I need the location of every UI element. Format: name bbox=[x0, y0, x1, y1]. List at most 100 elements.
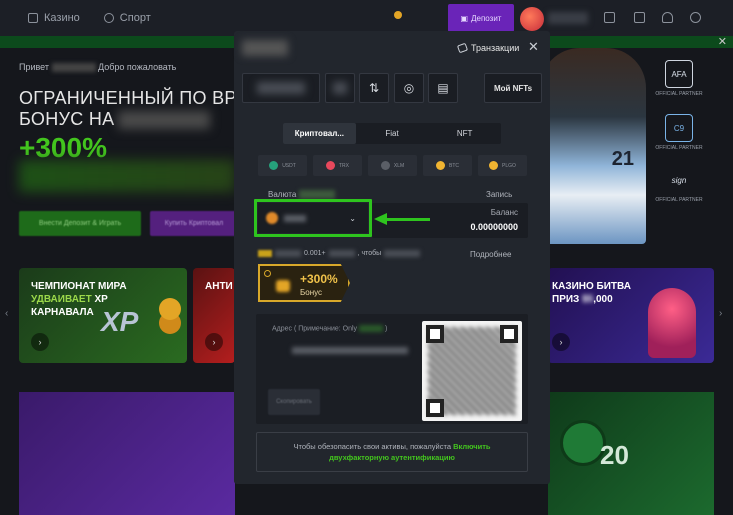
qr-code bbox=[422, 321, 522, 421]
hero-blurred-band bbox=[19, 160, 235, 192]
carousel-next-icon[interactable]: › bbox=[719, 308, 722, 319]
close-icon[interactable]: ✕ bbox=[528, 39, 539, 55]
hero-blurred-text bbox=[118, 111, 210, 129]
twofa-text: Чтобы обезопасить свои активы, пожалуйст… bbox=[293, 442, 452, 451]
bonus-coin-icon bbox=[276, 280, 290, 292]
xp-badge: XP bbox=[101, 306, 139, 337]
target-icon: ◎ bbox=[403, 81, 415, 95]
coin-chip-usdt[interactable]: USDT bbox=[258, 155, 307, 176]
annotation-highlight-box bbox=[254, 199, 372, 237]
deposit-button-label: Депозит bbox=[471, 13, 502, 23]
mail-icon[interactable] bbox=[634, 12, 645, 23]
wallet-coin-icon[interactable] bbox=[394, 11, 402, 19]
deposit-type-tab[interactable] bbox=[242, 73, 320, 103]
copy-button[interactable]: Скопировать bbox=[268, 389, 320, 415]
promo-prize-suffix: ,000 bbox=[593, 294, 613, 305]
player-number: 21 bbox=[611, 148, 634, 170]
greeting-suffix: Добро пожаловать bbox=[98, 62, 177, 72]
buy-button[interactable]: ◎ bbox=[394, 73, 424, 103]
menu-icon[interactable] bbox=[604, 12, 615, 23]
banner-bottom-left[interactable] bbox=[19, 392, 235, 515]
currency-type-tabs: Криптовал... Fiat NFT bbox=[283, 123, 501, 144]
swap-button[interactable]: ⇅ bbox=[359, 73, 389, 103]
arrow-right-icon[interactable]: › bbox=[552, 333, 570, 351]
annotation-arrow-shaft bbox=[386, 218, 430, 221]
bonus-option[interactable]: +300% Бонус bbox=[258, 264, 350, 302]
carousel-prev-icon[interactable]: ‹ bbox=[5, 308, 8, 319]
more-link[interactable]: Подробнее bbox=[470, 250, 512, 259]
twofa-enable-link[interactable]: Включить bbox=[453, 442, 490, 451]
hero-deposit-button[interactable]: Внести Депозит & Играть bbox=[19, 211, 141, 236]
record-label: Запись bbox=[486, 190, 513, 199]
tab-option-2[interactable] bbox=[325, 73, 355, 103]
twofa-link[interactable]: двухфакторную аутентификацию bbox=[329, 453, 455, 462]
deposit-currency-blurred bbox=[328, 250, 355, 257]
twofa-notice: Чтобы обезопасить свои активы, пожалуйст… bbox=[256, 432, 528, 472]
tab-fiat[interactable]: Fiat bbox=[356, 123, 429, 144]
swap-icon: ⇅ bbox=[368, 81, 380, 95]
modal-header: Транзакции ✕ bbox=[234, 31, 550, 65]
deposit-button[interactable]: ▣ Депозит bbox=[448, 4, 514, 32]
hero-title-line1: ОГРАНИЧЕННЫЙ ПО ВР bbox=[19, 88, 237, 108]
bell-icon[interactable] bbox=[662, 12, 673, 23]
character-image bbox=[648, 288, 696, 358]
address-value-blurred[interactable] bbox=[292, 347, 408, 354]
promo-line: КАЗИНО БИТВА bbox=[552, 281, 631, 292]
address-label-suffix: ) bbox=[384, 325, 388, 333]
avatar[interactable] bbox=[520, 7, 544, 31]
deposit-modal: Транзакции ✕ ⇅ ◎ ▤ Мой NFTs Криптовал...… bbox=[234, 31, 550, 484]
transactions-link[interactable]: Транзакции bbox=[456, 42, 519, 54]
arrow-right-icon[interactable]: › bbox=[205, 333, 223, 351]
bonus-radio[interactable] bbox=[264, 270, 271, 277]
coin-code: XLM bbox=[393, 162, 405, 169]
coin-code: USDT bbox=[282, 162, 296, 169]
jersey-number: 20 bbox=[600, 440, 629, 470]
deposit-min-info: 0.001+ , чтобы bbox=[258, 250, 421, 257]
qr-corner bbox=[500, 325, 518, 343]
username-blurred bbox=[548, 12, 588, 24]
cloud9-logo-icon: C9 bbox=[665, 114, 693, 142]
nav-casino-label: Казино bbox=[44, 12, 80, 24]
my-nfts-button[interactable]: Мой NFTs bbox=[484, 73, 542, 103]
promo-line: ПРИЗ $5,000 bbox=[552, 293, 631, 306]
sport-icon bbox=[103, 13, 114, 23]
nav-sport[interactable]: Спорт bbox=[103, 12, 151, 24]
promo-prize-blurred: $5 bbox=[582, 294, 594, 305]
plgo-icon bbox=[489, 161, 499, 170]
address-network-blurred bbox=[359, 325, 384, 332]
deposit-text-blurred-2 bbox=[384, 250, 421, 257]
promo-title: АНТИ bbox=[205, 281, 233, 292]
partner-cloud9: C9 OFFICIAL PARTNER bbox=[653, 114, 705, 151]
partner-signature: sign OFFICIAL PARTNER bbox=[653, 166, 705, 204]
coin-chip-xlm[interactable]: XLM bbox=[368, 155, 417, 176]
close-announcement-icon[interactable]: ✕ bbox=[718, 35, 727, 48]
promo-card-anti[interactable]: АНТИ › bbox=[193, 268, 235, 363]
partner-label: OFFICIAL PARTNER bbox=[655, 145, 703, 151]
my-nfts-label: Мой NFTs bbox=[493, 83, 533, 93]
promo-line: ЧЕМПИОНАТ МИРА bbox=[31, 281, 127, 292]
vault-button[interactable]: ▤ bbox=[428, 73, 458, 103]
player-image: 21 bbox=[540, 48, 646, 244]
coin-chip-btc[interactable]: BTC bbox=[423, 155, 472, 176]
coin-chip-plgo[interactable]: PLGO bbox=[478, 155, 527, 176]
promo-line: УДВАИВАЕТ XP bbox=[31, 293, 127, 306]
promo-line-rest: XP bbox=[91, 294, 108, 305]
partner-label: OFFICIAL PARTNER bbox=[655, 91, 703, 97]
tab-nft[interactable]: NFT bbox=[428, 123, 501, 144]
modal-title-blurred bbox=[242, 40, 288, 56]
tab-crypto[interactable]: Криптовал... bbox=[283, 123, 356, 144]
coins-icon bbox=[159, 298, 181, 320]
arrow-right-icon[interactable]: › bbox=[31, 333, 49, 351]
promo-card-worldcup[interactable]: ЧЕМПИОНАТ МИРА УДВАИВАЕТ XP КАРНАВАЛА XP… bbox=[19, 268, 187, 363]
coin-code: BTC bbox=[449, 162, 459, 169]
promo-card-casino-battle[interactable]: КАЗИНО БИТВА ПРИЗ $5,000 › bbox=[548, 268, 714, 363]
address-label-text: Адрес ( Примечание: Only bbox=[272, 325, 358, 333]
nav-casino[interactable]: Казино bbox=[28, 12, 80, 24]
chat-icon[interactable] bbox=[690, 12, 701, 23]
wallet-icon: ▣ bbox=[460, 13, 469, 23]
coin-code: PLGO bbox=[502, 162, 516, 169]
hero-buy-crypto-button[interactable]: Купить Криптовал bbox=[150, 211, 238, 236]
page: Казино Спорт ▣ Депозит ✕ Привет Добро по… bbox=[0, 0, 733, 515]
qr-corner bbox=[426, 325, 444, 343]
coin-chip-trx[interactable]: TRX bbox=[313, 155, 362, 176]
